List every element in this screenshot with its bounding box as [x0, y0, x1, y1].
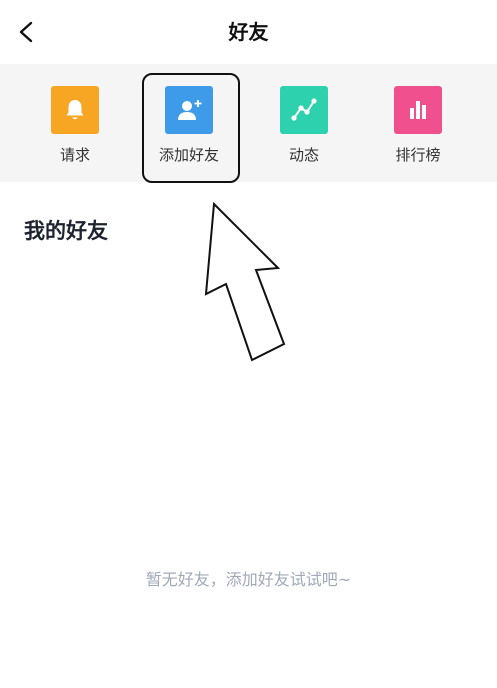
- action-bar: 请求 添加好友 动态 排行榜: [0, 64, 497, 182]
- leaderboard-tile: [394, 86, 442, 134]
- activity-button[interactable]: 动态: [256, 64, 352, 182]
- section-title: 我的好友: [24, 219, 108, 243]
- add-user-icon: [178, 100, 202, 120]
- activity-tile: [280, 86, 328, 134]
- leaderboard-button[interactable]: 排行榜: [370, 64, 466, 182]
- add-friend-button[interactable]: 添加好友: [141, 64, 237, 182]
- trend-icon: [291, 98, 317, 121]
- add-friend-label: 添加好友: [158, 146, 219, 164]
- arrow-up-icon: [204, 201, 286, 362]
- requests-button[interactable]: 请求: [27, 64, 123, 182]
- page-title: 好友: [228, 20, 269, 44]
- requests-label: 请求: [59, 146, 90, 164]
- bar-chart-icon: [410, 101, 426, 119]
- empty-state-text: 暂无好友，添加好友试试吧~: [145, 570, 352, 589]
- bell-icon: [66, 100, 84, 120]
- add-friend-tile: [165, 86, 213, 134]
- header: 好友: [0, 0, 497, 64]
- leaderboard-label: 排行榜: [395, 146, 441, 164]
- requests-tile: [51, 86, 99, 134]
- activity-label: 动态: [288, 146, 319, 164]
